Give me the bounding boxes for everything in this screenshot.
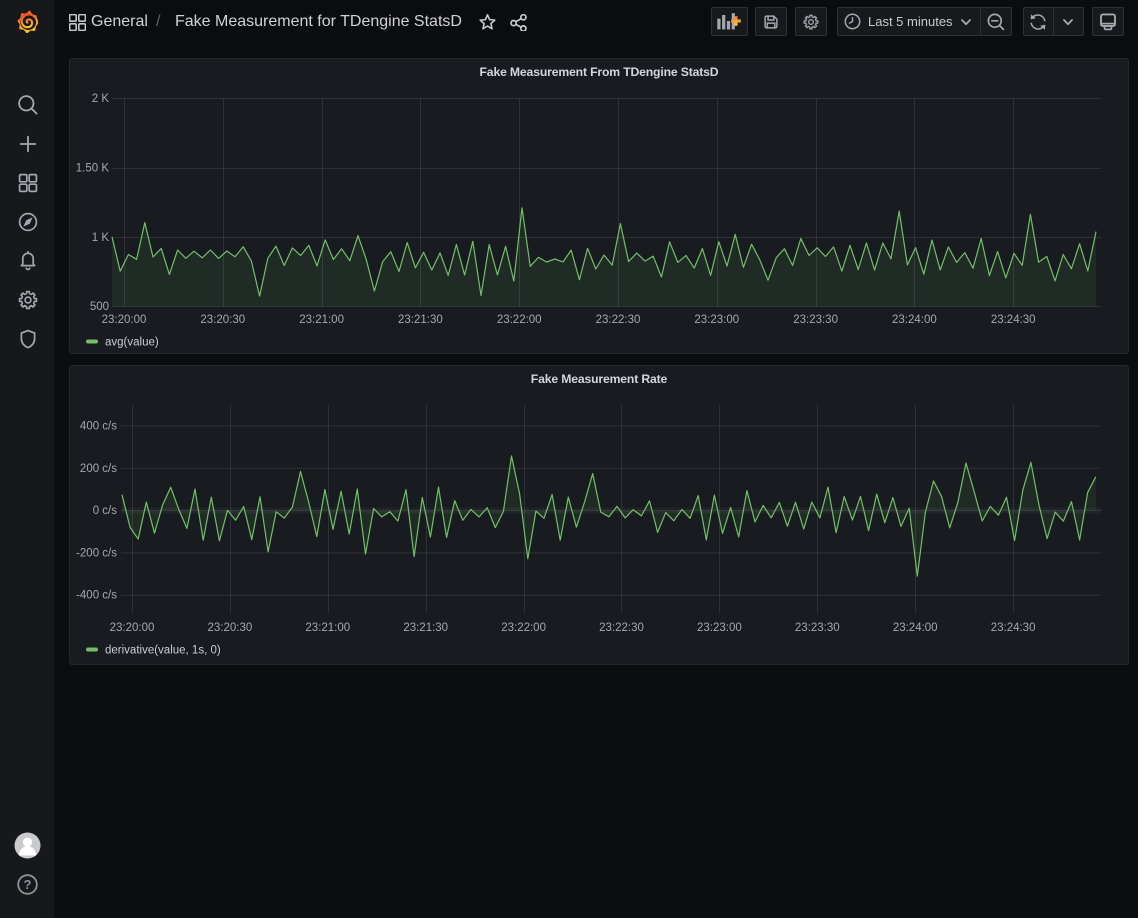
svg-text:1.50 K: 1.50 K [76,163,110,175]
svg-text:23:20:00: 23:20:00 [110,622,155,634]
svg-text:200 c/s: 200 c/s [80,463,117,475]
svg-text:23:20:00: 23:20:00 [102,314,147,326]
svg-text:23:20:30: 23:20:30 [200,314,245,326]
svg-text:2 K: 2 K [92,93,110,105]
svg-text:500: 500 [90,301,109,313]
svg-text:avg(value): avg(value) [105,337,159,349]
svg-text:0 c/s: 0 c/s [93,505,118,517]
svg-text:23:24:30: 23:24:30 [991,314,1036,326]
svg-text:23:21:00: 23:21:00 [305,622,350,634]
svg-text:23:21:00: 23:21:00 [299,314,344,326]
svg-text:23:23:00: 23:23:00 [694,314,739,326]
svg-text:-200 c/s: -200 c/s [76,547,117,559]
svg-text:23:24:00: 23:24:00 [892,314,937,326]
svg-text:23:22:30: 23:22:30 [596,314,641,326]
svg-text:23:20:30: 23:20:30 [208,622,253,634]
svg-text:-400 c/s: -400 c/s [76,590,117,602]
svg-text:1 K: 1 K [92,232,110,244]
svg-text:derivative(value, 1s, 0): derivative(value, 1s, 0) [105,645,221,657]
svg-text:23:23:30: 23:23:30 [793,314,838,326]
svg-text:23:21:30: 23:21:30 [403,622,448,634]
svg-text:23:21:30: 23:21:30 [398,314,443,326]
svg-text:?: ? [24,877,32,892]
svg-text:23:23:30: 23:23:30 [795,622,840,634]
svg-text:23:24:30: 23:24:30 [991,622,1036,634]
svg-text:23:22:00: 23:22:00 [497,314,542,326]
svg-text:23:23:00: 23:23:00 [697,622,742,634]
svg-text:23:24:00: 23:24:00 [893,622,938,634]
svg-text:23:22:00: 23:22:00 [501,622,546,634]
svg-text:23:22:30: 23:22:30 [599,622,644,634]
svg-text:400 c/s: 400 c/s [80,421,117,433]
